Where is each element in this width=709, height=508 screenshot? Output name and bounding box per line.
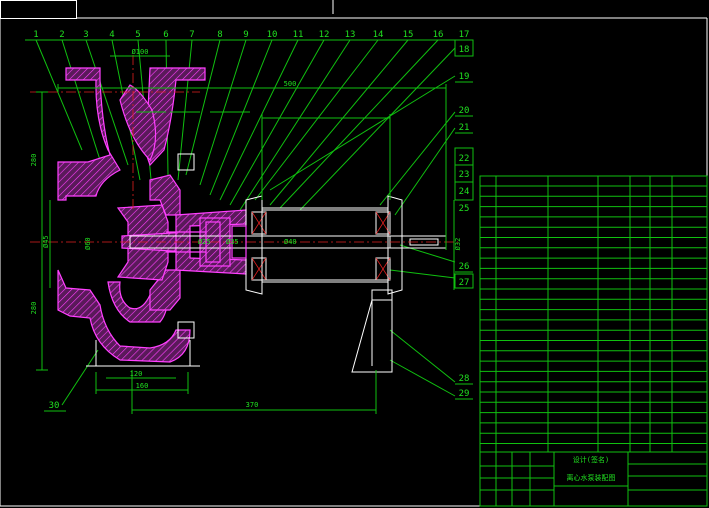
balloon-top-5: 5 [135, 30, 140, 40]
svg-text:Ø45: Ø45 [42, 235, 50, 248]
svg-text:Ø32: Ø32 [454, 238, 462, 251]
drawing-frame [0, 0, 708, 507]
svg-text:500: 500 [284, 80, 297, 88]
svg-text:160: 160 [136, 382, 149, 390]
svg-text:2: 2 [59, 30, 64, 40]
balloon-24: 24 [459, 187, 470, 197]
balloon-25: 25 [459, 204, 470, 214]
dim-base-width: 160 [136, 382, 149, 390]
balloon-top-3: 3 [83, 30, 88, 40]
svg-text:9: 9 [243, 30, 248, 40]
dim-overall-length: 500 [284, 80, 297, 88]
svg-text:Ø35: Ø35 [226, 238, 239, 246]
svg-text:设计(签名): 设计(签名) [573, 455, 609, 464]
dim-shaft-end: Ø32 [454, 238, 462, 251]
drawing-name: 离心水泵装配图 [567, 473, 616, 482]
svg-text:Ø100: Ø100 [132, 48, 149, 56]
svg-text:16: 16 [433, 30, 444, 40]
svg-text:Ø40: Ø40 [284, 238, 297, 246]
dim-height-upper: 280 [30, 154, 38, 167]
balloon-top-8: 8 [217, 30, 222, 40]
balloon-top-15: 15 [403, 30, 414, 40]
balloon-top-16: 16 [433, 30, 444, 40]
balloon-27: 27 [459, 278, 470, 288]
designer-label: 设计(签名) [573, 455, 609, 464]
pump-assembly-drawing: 1 2 3 4 5 6 7 8 9 10 11 12 13 14 15 16 1… [0, 0, 708, 507]
bracket-housing [175, 153, 247, 339]
balloon-top-1: 1 [33, 30, 38, 40]
balloon-top-12: 12 [319, 30, 330, 40]
balloon-29: 29 [459, 389, 470, 399]
svg-text:280: 280 [30, 302, 38, 315]
balloon-right-column: 18 19 20 21 22 23 24 26 27 28 29 [454, 39, 474, 400]
svg-text:6: 6 [163, 30, 168, 40]
balloon-top-13: 13 [345, 30, 356, 40]
balloon-top-17: 17 [459, 30, 470, 40]
svg-text:离心水泵装配图: 离心水泵装配图 [567, 473, 616, 482]
balloon-top-4: 4 [109, 30, 114, 40]
balloon-top-9: 9 [243, 30, 248, 40]
svg-text:Ø60: Ø60 [84, 237, 92, 250]
balloon-top-14: 14 [373, 30, 384, 40]
balloon-19: 19 [459, 72, 470, 82]
svg-text:Ø25: Ø25 [198, 238, 211, 246]
svg-text:3: 3 [83, 30, 88, 40]
svg-text:13: 13 [345, 30, 356, 40]
svg-text:11: 11 [293, 30, 304, 40]
svg-text:15: 15 [403, 30, 414, 40]
balloon-top-7: 7 [189, 30, 194, 40]
svg-text:4: 4 [109, 30, 114, 40]
balloon-top-10: 10 [267, 30, 278, 40]
balloon-21: 21 [459, 123, 470, 133]
svg-text:5: 5 [135, 30, 140, 40]
balloon-leaders [25, 39, 470, 406]
dim-height-lower: 280 [30, 302, 38, 315]
svg-text:14: 14 [373, 30, 384, 40]
svg-text:120: 120 [130, 370, 143, 378]
svg-text:10: 10 [267, 30, 278, 40]
balloon-top-6: 6 [163, 30, 168, 40]
svg-text:25: 25 [459, 204, 470, 214]
balloon-22: 22 [459, 154, 470, 164]
svg-text:1: 1 [33, 30, 38, 40]
svg-text:280: 280 [30, 154, 38, 167]
svg-text:370: 370 [246, 401, 259, 409]
svg-text:12: 12 [319, 30, 330, 40]
balloon-top-11: 11 [293, 30, 304, 40]
balloon-18: 18 [459, 45, 470, 55]
balloon-20: 20 [459, 106, 470, 116]
dim-top-flange: Ø100 [132, 48, 149, 56]
balloon-26: 26 [459, 262, 470, 272]
dim-shaft-length: 370 [246, 401, 259, 409]
svg-text:8: 8 [217, 30, 222, 40]
balloon-30: 30 [44, 401, 66, 412]
bearing-housing [245, 195, 403, 295]
balloon-28: 28 [459, 374, 470, 384]
parts-list-rows [480, 185, 707, 444]
balloon-23: 23 [459, 170, 470, 180]
svg-text:17: 17 [459, 30, 470, 40]
dim-foot-width: 120 [130, 370, 143, 378]
balloon-top-2: 2 [59, 30, 64, 40]
svg-text:7: 7 [189, 30, 194, 40]
svg-text:30: 30 [49, 401, 60, 411]
